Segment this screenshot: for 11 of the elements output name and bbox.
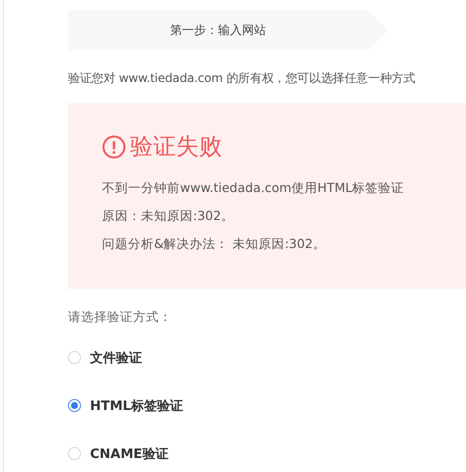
method-option[interactable]: HTML标签验证 — [90, 396, 183, 414]
error-title: 验证失败 — [130, 133, 222, 162]
radio-button[interactable] — [68, 399, 81, 412]
warning-icon — [102, 134, 126, 158]
method-option[interactable]: 文件验证 — [90, 348, 142, 366]
method-label: 请选择验证方式： — [68, 309, 173, 326]
error-detail: 不到一分钟前www.tiedada.com使用HTML标签验证 — [102, 179, 406, 197]
error-detail: 原因：未知原因:302。 — [102, 207, 236, 225]
method-option[interactable]: CNAME验证 — [90, 444, 168, 462]
intro-text: 验证您对 www.tiedada.com 的所有权，您可以选择任意一种方式 — [68, 70, 416, 87]
error-detail: 问题分析&解决办法： 未知原因:302。 — [102, 235, 327, 253]
